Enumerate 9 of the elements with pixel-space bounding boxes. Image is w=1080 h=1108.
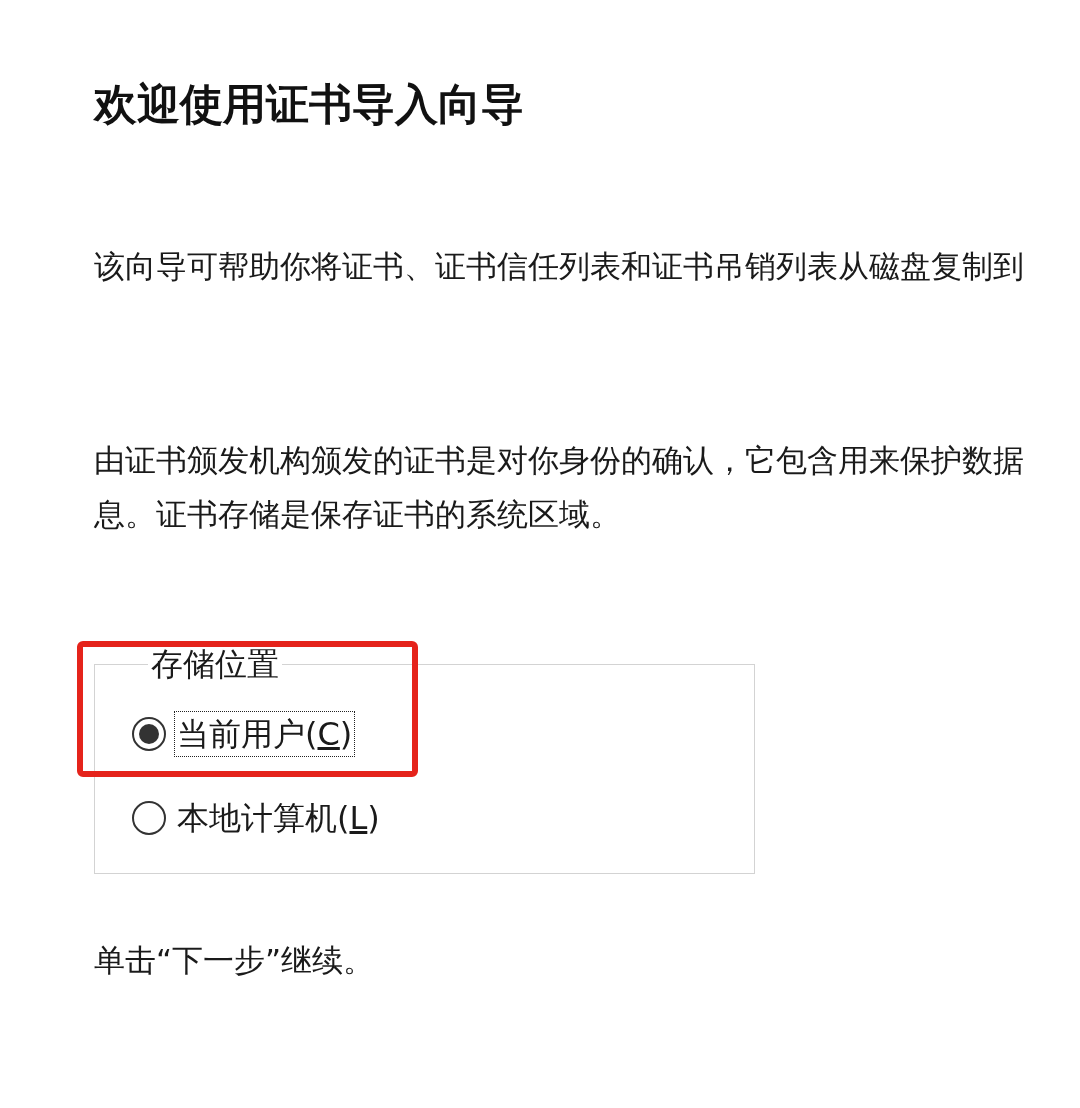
option-label[interactable]: 本地计算机(L) bbox=[174, 795, 383, 841]
option-label[interactable]: 当前用户(C) bbox=[174, 711, 356, 757]
footer-text: 单击“下一步”继续。 bbox=[94, 945, 376, 976]
intro-text: 该向导可帮助你将证书、证书信任列表和证书吊销列表从磁盘复制到 bbox=[94, 247, 1025, 286]
radio-button[interactable] bbox=[132, 717, 166, 751]
description-text: 由证书颁发机构颁发的证书是对你身份的确认，它包含用来保护数据 息。证书存储是保存证书的系统区域。 bbox=[94, 441, 1025, 534]
wizard-title: 欢迎使用证书导入向导 bbox=[94, 83, 525, 126]
group-legend: 存储位置 bbox=[148, 648, 282, 680]
radio-button[interactable] bbox=[132, 801, 166, 835]
